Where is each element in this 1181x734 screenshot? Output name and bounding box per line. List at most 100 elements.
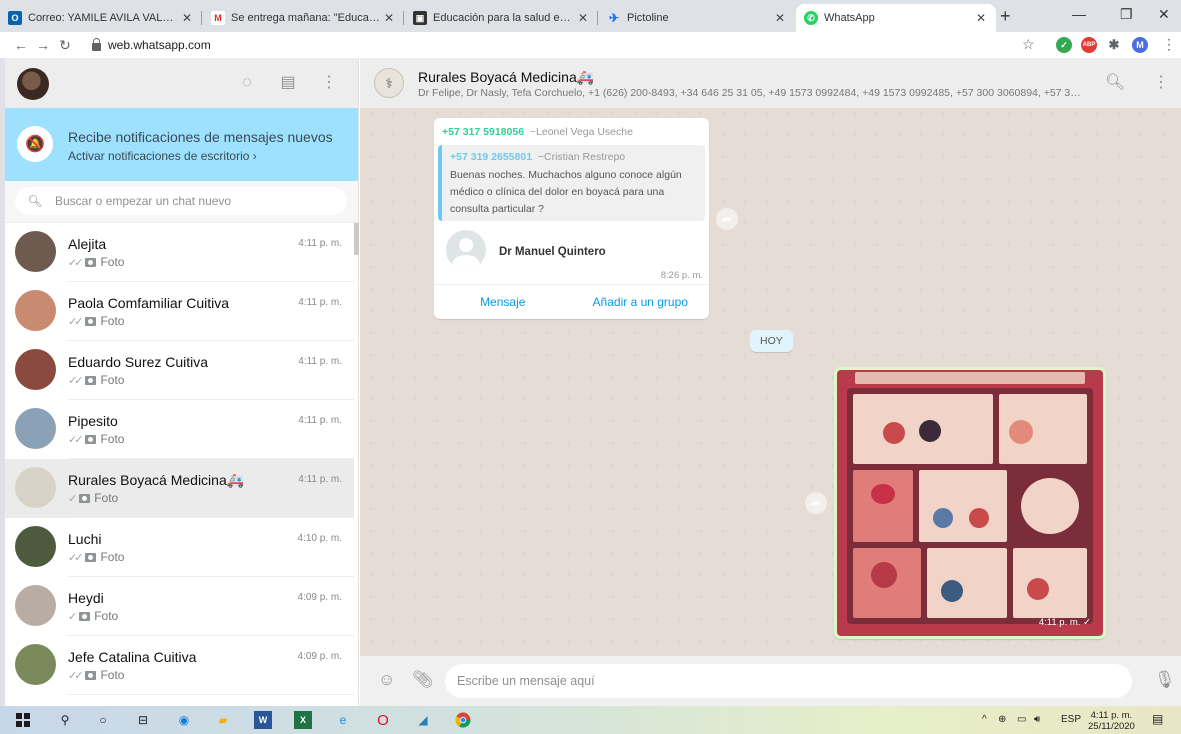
chat-list-item[interactable]: Pipesito 4:11 p. m. ✓✓ Foto [5,400,354,459]
clock[interactable]: 4:11 p. m. 25/11/2020 [1088,710,1135,732]
display-icon[interactable]: ▭ [1017,714,1026,725]
image-message-bubble[interactable]: 4:11 p. m. ✓ [834,367,1106,639]
close-tab-icon[interactable]: ✕ [180,11,194,25]
figure-shape [919,420,941,442]
file-explorer-icon[interactable]: ▰ [214,711,232,729]
sender-number[interactable]: +57 317 5918056 [442,126,524,138]
tab-title: WhatsApp [824,12,875,24]
profile-avatar[interactable]: M [1132,37,1148,53]
forward-icon[interactable]: ➦ [805,492,827,514]
forward-icon[interactable]: ➦ [716,208,738,230]
tab-gmail[interactable]: M Se entrega mañana: "Educación p ✕ [203,4,404,32]
chat-list-item[interactable]: Jefe Catalina Cuitiva 4:09 p. m. ✓✓ Foto [5,636,354,695]
chat-list-item[interactable]: Eduardo Surez Cuitiva 4:11 p. m. ✓✓ Foto [5,341,354,400]
camera-icon [85,375,97,385]
chrome-icon[interactable] [454,711,472,729]
chat-list-scrollbar[interactable] [354,223,359,255]
contact-avatar [15,467,56,508]
notifications-icon[interactable]: ▤ [1152,712,1163,726]
quoted-text: Buenas noches. Muchachos alguno conoce a… [450,169,682,215]
tab-outlook[interactable]: O Correo: YAMILE AVILA VALDES - ( ✕ [0,4,202,32]
microphone-icon[interactable]: 🎙︎ [1154,670,1176,690]
message-contact-button[interactable]: Mensaje [434,285,572,319]
chat-list-item[interactable]: Luchi 4:10 p. m. ✓✓ Foto [5,518,354,577]
cortana-icon[interactable]: ○ [94,711,112,729]
shield-extension-icon[interactable]: ✓ [1056,37,1072,53]
search-icon[interactable]: ⚲ [56,711,74,729]
chat-list-item[interactable]: Heydi 4:09 p. m. ✓ Foto [5,577,354,636]
attach-icon[interactable]: 📎︎ [412,670,434,690]
quoted-message[interactable]: +57 319 2655801 ~Cristian Restrepo Buena… [438,145,705,221]
my-profile-avatar[interactable] [17,68,49,100]
read-receipt-icon: ✓ [68,492,77,505]
new-tab-button[interactable]: + [1000,6,1011,27]
chat-list-item[interactable]: Paola Comfamiliar Cuitiva 4:11 p. m. ✓✓ Fot… [5,282,354,341]
group-avatar[interactable]: ⚕ [374,68,404,98]
emoji-icon[interactable]: ☺ [378,670,395,690]
windows-taskbar: ⚲ ○ ⊟ ◉ ▰ W X e O ◢ ^ ⊕ ▭ 🔊︎ ESP 4:11 p.… [0,706,1181,734]
menu-icon[interactable]: ⋮ [318,72,340,94]
new-chat-icon[interactable]: ▤ [277,72,299,94]
chat-list-item[interactable]: Alejita 4:11 p. m. ✓✓ Foto [5,223,354,282]
app-icon[interactable]: ◢ [414,711,432,729]
address-bar[interactable]: web.whatsapp.com [92,35,1012,55]
message-input[interactable] [445,664,1132,698]
contact-avatar [15,408,56,449]
browser-toolbar: ← → ↻ web.whatsapp.com ☆ [0,32,1181,58]
close-tab-icon[interactable]: ✕ [382,11,396,25]
contact-avatar[interactable] [446,230,486,270]
infographic-image[interactable]: 4:11 p. m. ✓ [837,370,1103,636]
search-messages-icon[interactable]: 🔍︎ [1105,72,1125,92]
excel-icon[interactable]: X [294,711,312,729]
contact-avatar [15,585,56,626]
conversation-panel: ⚕ Rurales Boyacá Medicina🚑 Dr Felipe, Dr… [360,58,1181,706]
chat-list-item[interactable]: Rurales Boyacá Medicina🚑 4:11 p. m. ✓ Foto [5,459,354,518]
add-to-group-button[interactable]: Añadir a un grupo [572,285,710,319]
muted-bell-icon: 🔕 [17,126,53,162]
puzzle-extension-icon[interactable]: ✱ [1106,37,1122,53]
edge-icon[interactable]: ◉ [175,711,193,729]
close-window-button[interactable]: ✕ [1158,6,1170,23]
conversation-header[interactable]: ⚕ Rurales Boyacá Medicina🚑 Dr Felipe, Dr… [360,58,1181,108]
quoted-number: +57 319 2655801 [450,151,533,163]
tray-expand-icon[interactable]: ^ [982,714,987,725]
read-receipt-icon: ✓✓ [68,315,84,328]
enable-notifications-link[interactable]: Activar notificaciones de escritorio › [68,149,257,163]
search-input[interactable] [55,194,325,208]
infographic-panel [853,394,993,464]
word-icon[interactable]: W [254,711,272,729]
figure-shape [883,422,905,444]
chat-time: 4:11 p. m. [298,415,342,426]
forward-button[interactable]: → [32,37,54,53]
preview-text: Foto [100,432,125,446]
bookmark-star-icon[interactable]: ☆ [1022,36,1035,53]
tab-educacion[interactable]: ▣ Educación para la salud en Salud ✕ [405,4,598,32]
reload-button[interactable]: ↻ [54,37,76,54]
task-view-icon[interactable]: ⊟ [134,711,152,729]
opera-icon[interactable]: O [374,711,392,729]
contact-name[interactable]: Dr Manuel Quintero [499,246,606,258]
internet-explorer-icon[interactable]: e [334,711,352,729]
back-button[interactable]: ← [10,37,32,53]
adblock-extension-icon[interactable]: ABP [1081,37,1097,53]
preview-text: Foto [100,668,125,682]
preview-text: Foto [94,491,119,505]
network-globe-icon[interactable]: ⊕ [998,714,1006,725]
conversation-menu-icon[interactable]: ⋮ [1153,72,1169,92]
close-tab-icon[interactable]: ✕ [974,11,988,25]
browser-menu-icon[interactable]: ⋮ [1162,36,1176,53]
preview-text: Foto [100,314,125,328]
preview-text: Foto [100,550,125,564]
language-indicator[interactable]: ESP [1061,714,1081,725]
close-tab-icon[interactable]: ✕ [773,11,787,25]
minimize-button[interactable]: — [1072,6,1086,22]
tab-pictoline[interactable]: ✈ Pictoline ✕ [599,4,795,32]
windows-start-icon[interactable] [14,711,32,729]
status-icon[interactable]: ◌ [236,72,258,94]
tab-whatsapp[interactable]: ✆ WhatsApp ✕ [796,4,996,32]
notification-banner[interactable]: 🔕 Recibe notificaciones de mensajes nuev… [5,108,358,181]
close-tab-icon[interactable]: ✕ [576,11,590,25]
restore-button[interactable]: ❐ [1120,6,1133,23]
volume-icon[interactable]: 🔊︎ [1034,714,1040,725]
infographic-panel [927,548,1007,618]
